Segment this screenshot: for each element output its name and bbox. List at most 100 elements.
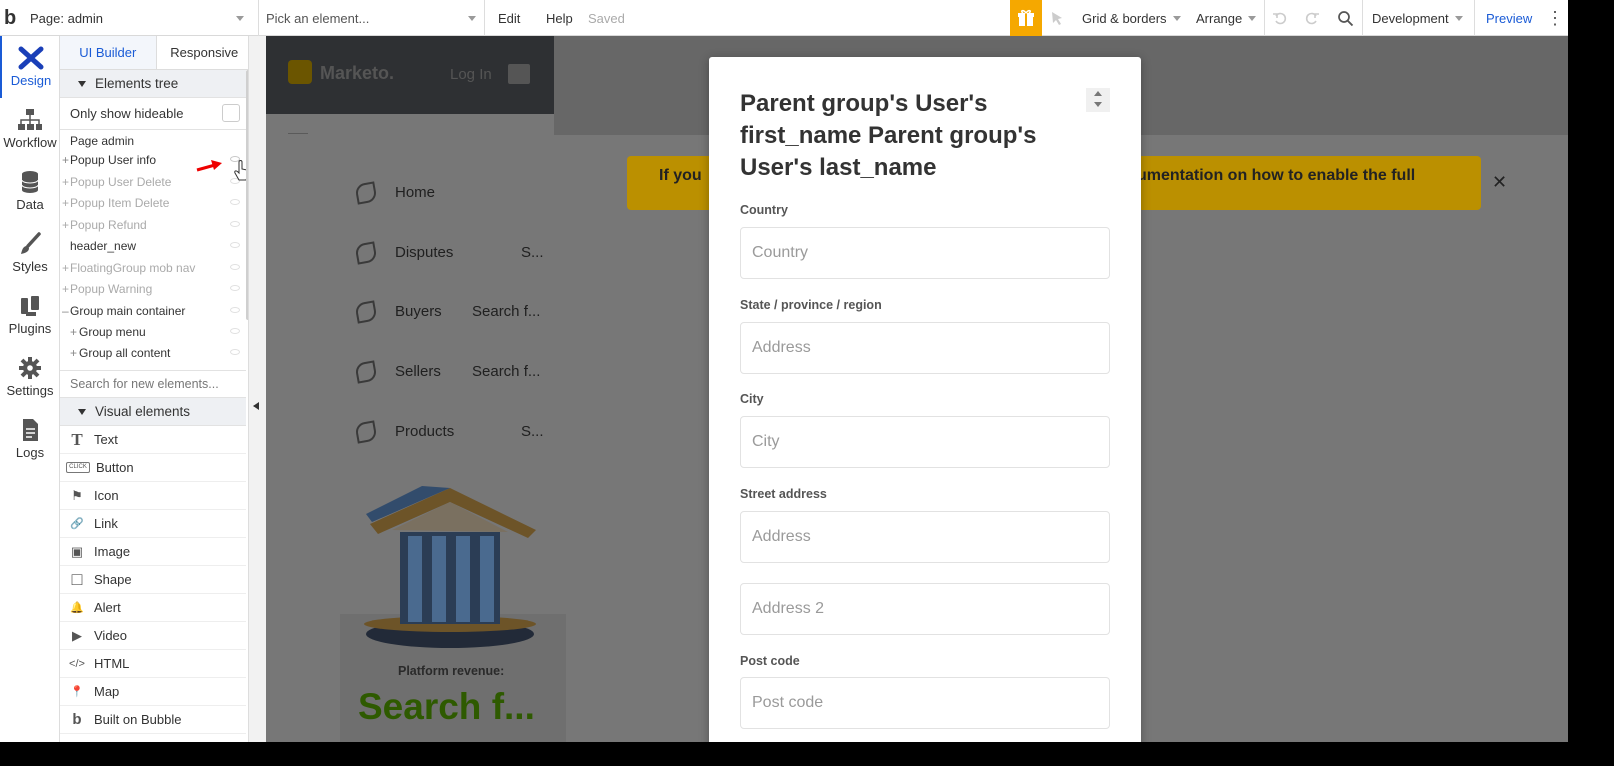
state-input[interactable]: Address: [740, 322, 1110, 374]
panel-collapse-strip[interactable]: [248, 36, 266, 742]
select-cursor-button[interactable]: [1050, 0, 1066, 36]
nav-disputes[interactable]: Disputes: [395, 244, 453, 261]
undo-button[interactable]: [1272, 0, 1288, 36]
tree-item-popup-item-delete[interactable]: + Popup Item Delete: [60, 192, 246, 213]
nav-buyers[interactable]: Buyers: [395, 303, 442, 320]
bubble-logo[interactable]: b: [4, 0, 16, 36]
nav-sellers[interactable]: Sellers: [395, 363, 441, 380]
tree-item-popup-warning[interactable]: + Popup Warning: [60, 278, 246, 299]
eye-icon[interactable]: [230, 264, 240, 270]
environment-menu[interactable]: Development: [1372, 0, 1463, 36]
eye-icon[interactable]: [230, 242, 240, 248]
eye-icon[interactable]: [230, 285, 240, 291]
expand-icon[interactable]: +: [62, 153, 70, 167]
collapse-left-icon[interactable]: [253, 402, 259, 410]
tree-item-group-main-container[interactable]: – Group main container: [60, 300, 246, 321]
edit-menu[interactable]: Edit: [498, 0, 520, 36]
login-link[interactable]: Log In: [450, 66, 492, 83]
search-elements-input[interactable]: Search for new elements...: [60, 370, 246, 398]
preview-button[interactable]: Preview: [1486, 0, 1532, 36]
expand-icon[interactable]: +: [70, 346, 79, 360]
expand-icon[interactable]: +: [62, 196, 70, 210]
elements-tree-header[interactable]: Elements tree: [60, 70, 246, 98]
expand-icon[interactable]: +: [70, 325, 79, 339]
visual-elements-header[interactable]: Visual elements: [60, 398, 246, 426]
collapse-icon[interactable]: –: [62, 304, 70, 318]
chevron-up-icon[interactable]: [1094, 91, 1102, 96]
city-input[interactable]: City: [740, 416, 1110, 468]
eye-icon[interactable]: [230, 349, 240, 355]
rail-item-plugins[interactable]: Plugins: [0, 284, 60, 346]
tab-responsive[interactable]: Responsive: [157, 36, 253, 69]
search-elements-placeholder: Search for new elements...: [70, 377, 219, 391]
close-icon[interactable]: ✕: [1492, 172, 1507, 193]
elements-tree-title: Elements tree: [95, 76, 179, 91]
tree-item-floatinggroup-mob-nav[interactable]: + FloatingGroup mob nav: [60, 257, 246, 278]
visual-element-html[interactable]: </> HTML: [60, 650, 246, 678]
eye-icon[interactable]: [230, 221, 240, 227]
street-address-input[interactable]: Address: [740, 511, 1110, 563]
nav-home[interactable]: Home: [395, 184, 435, 201]
expand-icon[interactable]: +: [62, 175, 70, 189]
visual-element-label: Built on Bubble: [94, 712, 182, 727]
expand-icon[interactable]: +: [62, 282, 70, 296]
banner-text-right: umentation on how to enable the full: [1137, 167, 1416, 184]
visual-element-shape[interactable]: □ Shape: [60, 566, 246, 594]
tree-item-popup-refund[interactable]: + Popup Refund: [60, 214, 246, 235]
eye-icon[interactable]: [230, 307, 240, 313]
visual-element-text[interactable]: T Text: [60, 426, 246, 454]
expand-icon[interactable]: +: [62, 261, 70, 275]
country-input[interactable]: Country: [740, 227, 1110, 279]
saved-status: Saved: [588, 10, 625, 26]
only-show-hideable-row: Only show hideable: [60, 98, 246, 130]
arrange-menu[interactable]: Arrange: [1196, 0, 1257, 36]
title-stepper[interactable]: [1086, 88, 1110, 112]
visual-element-built-on-bubble[interactable]: b Built on Bubble: [60, 706, 246, 734]
more-options-icon[interactable]: ⋮: [1546, 0, 1564, 36]
gift-button[interactable]: [1010, 0, 1042, 36]
chevron-down-icon[interactable]: [1094, 102, 1102, 107]
rail-item-logs[interactable]: Logs: [0, 408, 60, 470]
tree-item-group-menu[interactable]: + Group menu: [60, 321, 246, 342]
grid-borders-menu[interactable]: Grid & borders: [1082, 0, 1181, 36]
bubble-editor: b Page: admin Pick an element... Edit He…: [0, 0, 1568, 742]
expand-icon[interactable]: +: [62, 218, 70, 232]
bell-icon: 🔔: [70, 602, 84, 614]
visual-element-image[interactable]: ▣ Image: [60, 538, 246, 566]
redo-button[interactable]: [1304, 0, 1320, 36]
only-show-hideable-checkbox[interactable]: [222, 104, 240, 122]
design-icon: [18, 46, 44, 70]
visual-element-button[interactable]: CLICK Button: [60, 454, 246, 482]
search-button[interactable]: [1337, 0, 1354, 36]
tree-item-label: Group menu: [79, 324, 146, 339]
rail-item-data[interactable]: Data: [0, 160, 60, 222]
rail-item-design[interactable]: Design: [0, 36, 60, 98]
tree-item-page-admin[interactable]: Page admin: [60, 130, 246, 151]
tree-item-label: Popup User Delete: [70, 174, 172, 189]
eye-icon[interactable]: [230, 328, 240, 334]
tree-item-header-new[interactable]: header_new: [60, 235, 246, 256]
eye-icon[interactable]: [230, 199, 240, 205]
tree-item-label: Popup Warning: [70, 281, 153, 296]
element-picker[interactable]: Pick an element...: [266, 0, 476, 36]
app-header: Marketo. Log In: [266, 36, 554, 114]
rail-label-data: Data: [16, 197, 44, 212]
visual-element-link[interactable]: 🔗 Link: [60, 510, 246, 538]
post-code-input[interactable]: Post code: [740, 677, 1110, 729]
video-icon: ▶: [72, 627, 82, 643]
nav-disputes-count: S...: [521, 244, 544, 261]
visual-element-map[interactable]: 📍 Map: [60, 678, 246, 706]
rail-item-settings[interactable]: Settings: [0, 346, 60, 408]
visual-element-alert[interactable]: 🔔 Alert: [60, 594, 246, 622]
rail-item-styles[interactable]: Styles: [0, 222, 60, 284]
visual-element-video[interactable]: ▶ Video: [60, 622, 246, 650]
tab-ui-builder[interactable]: UI Builder: [60, 36, 157, 69]
visual-element-label: Text: [94, 432, 118, 447]
visual-element-icon[interactable]: ⚑ Icon: [60, 482, 246, 510]
nav-products[interactable]: Products: [395, 423, 454, 440]
page-selector[interactable]: Page: admin: [30, 0, 250, 36]
rail-item-workflow[interactable]: Workflow: [0, 98, 60, 160]
tree-item-group-all-content[interactable]: + Group all content: [60, 342, 246, 363]
help-menu[interactable]: Help: [546, 0, 573, 36]
address-2-input[interactable]: Address 2: [740, 583, 1110, 635]
